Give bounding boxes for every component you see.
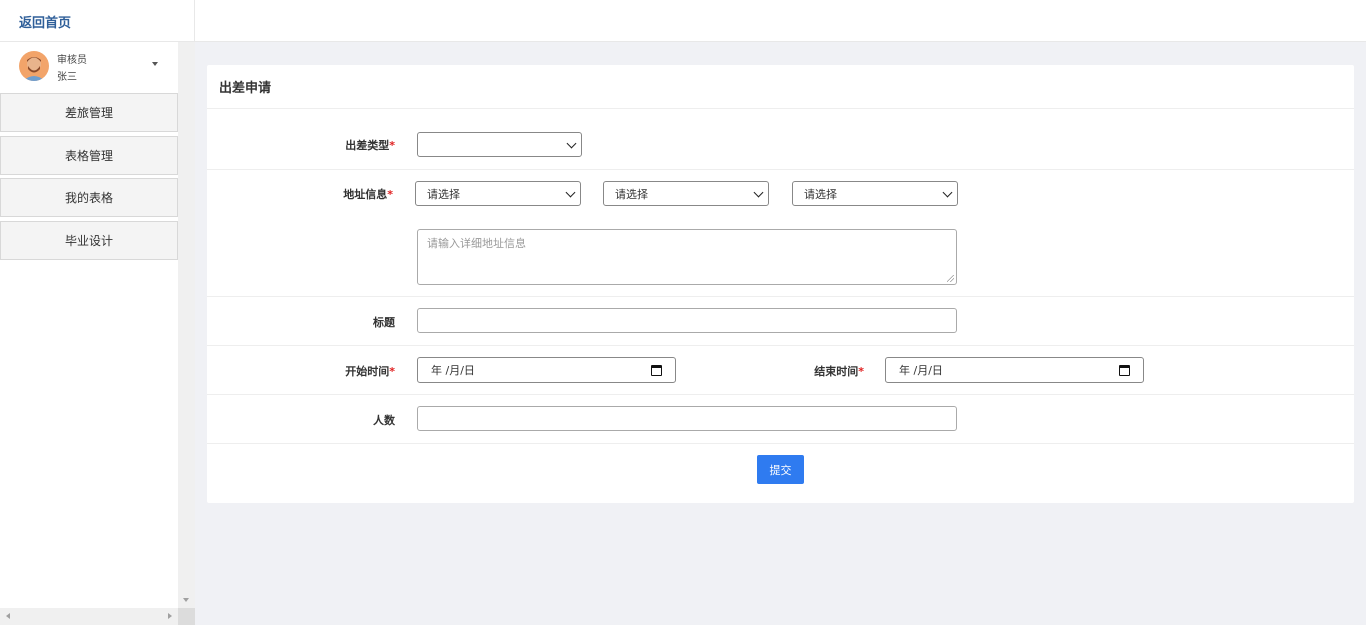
travel-request-card: 出差申请 出差类型* 地址信息* 请选择 请选择 请选择 请输入详细地址信息 标… [207,65,1354,503]
subject-label: 标题 [373,316,395,329]
caret-down-icon[interactable] [152,62,158,66]
travel-type-select[interactable] [417,132,582,157]
end-date-input[interactable]: 年 /月/日 [885,357,1144,383]
sidebar-horizontal-scrollbar[interactable] [0,608,178,625]
chevron-down-icon [565,187,576,198]
city-select[interactable]: 请选择 [603,181,769,206]
scroll-right-arrow-icon[interactable] [168,613,172,619]
sidebar-item-label: 我的表格 [64,191,113,205]
chevron-down-icon [566,138,577,149]
row-divider [207,345,1354,346]
end-time-label: 结束时间* [814,365,864,378]
submit-button[interactable]: 提交 [757,455,804,484]
start-time-label: 开始时间* [345,365,395,378]
people-count-input[interactable] [417,406,957,431]
chevron-down-icon [753,187,764,198]
sidebar-item-label: 毕业设计 [64,234,113,248]
chevron-down-icon [942,187,953,198]
address-detail-textarea[interactable]: 请输入详细地址信息 [417,229,957,285]
address-label: 地址信息* [343,188,393,201]
people-count-label: 人数 [373,414,395,427]
sidebar: 审核员 张三 差旅管理 表格管理 我的表格 毕业设计 [0,42,195,625]
scrollbar-corner [178,608,195,625]
user-name: 张三 [57,72,77,83]
sidebar-item-graduation-design[interactable]: 毕业设计 [0,221,178,260]
sidebar-item-form-management[interactable]: 表格管理 [0,136,178,175]
sidebar-vertical-scrollbar[interactable] [178,42,195,608]
province-select[interactable]: 请选择 [415,181,581,206]
row-divider [207,296,1354,297]
row-divider [207,443,1354,444]
avatar [19,51,49,81]
card-title: 出差申请 [207,65,1354,109]
user-panel: 审核员 张三 [0,42,178,92]
district-select[interactable]: 请选择 [792,181,958,206]
back-home-link[interactable]: 返回首页 [0,0,195,42]
sidebar-item-my-forms[interactable]: 我的表格 [0,178,178,217]
sidebar-item-label: 表格管理 [64,149,113,163]
scroll-down-arrow-icon[interactable] [183,598,189,602]
top-header: 返回首页 [0,0,1366,42]
sidebar-item-travel-management[interactable]: 差旅管理 [0,93,178,132]
calendar-icon[interactable] [651,365,662,376]
user-role: 审核员 [57,55,87,66]
sidebar-item-label: 差旅管理 [64,106,113,120]
subject-input[interactable] [417,308,957,333]
resize-grip-icon[interactable] [947,275,954,282]
scroll-left-arrow-icon[interactable] [6,613,10,619]
travel-type-label: 出差类型* [345,139,395,152]
row-divider [207,169,1354,170]
row-divider [207,394,1354,395]
start-date-input[interactable]: 年 /月/日 [417,357,676,383]
sidebar-content: 审核员 张三 差旅管理 表格管理 我的表格 毕业设计 [0,42,178,608]
calendar-icon[interactable] [1119,365,1130,376]
